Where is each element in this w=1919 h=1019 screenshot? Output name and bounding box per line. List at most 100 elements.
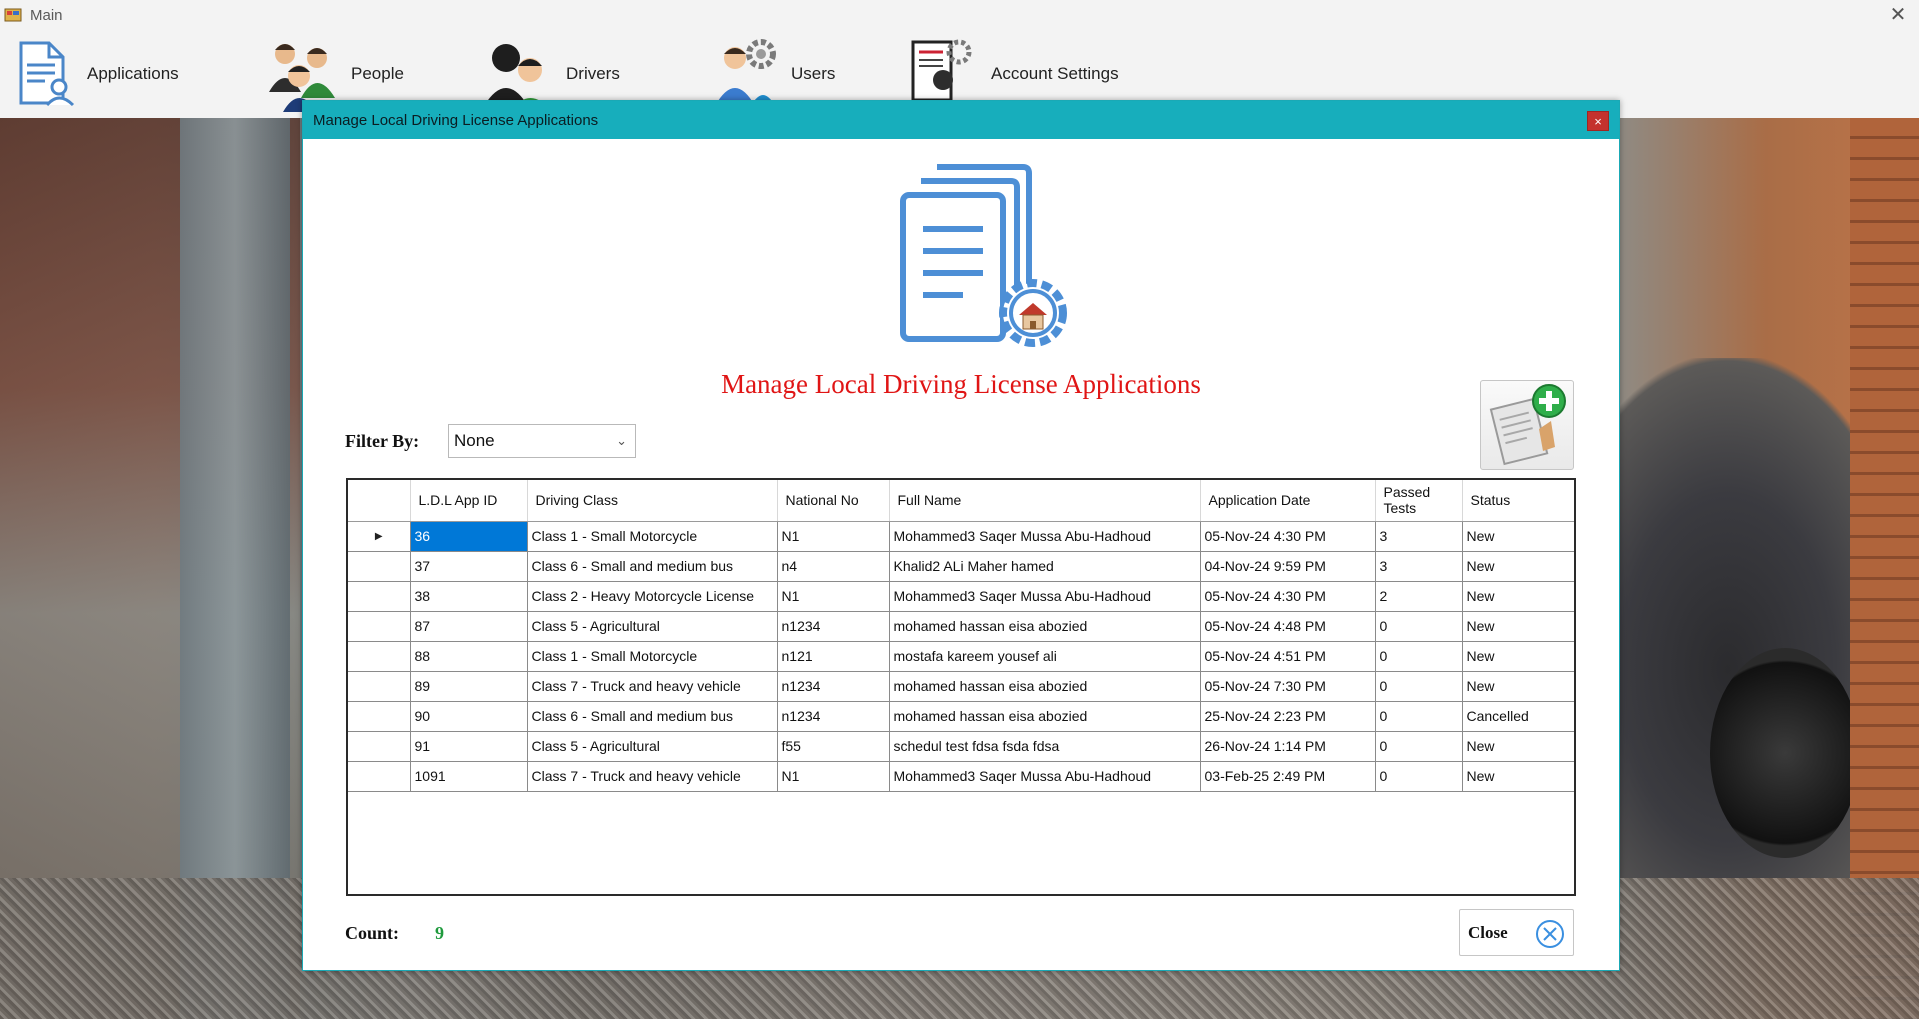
table-cell[interactable]: mohamed hassan eisa abozied <box>889 701 1201 732</box>
table-cell[interactable]: mostafa kareem yousef ali <box>889 641 1201 672</box>
menu-item-applications[interactable]: Applications <box>15 30 179 118</box>
table-cell[interactable]: 25-Nov-24 2:23 PM <box>1200 701 1376 732</box>
table-cell[interactable]: 0 <box>1375 641 1463 672</box>
table-cell[interactable]: 04-Nov-24 9:59 PM <box>1200 551 1376 582</box>
table-cell[interactable]: Class 7 - Truck and heavy vehicle <box>527 761 778 792</box>
table-cell[interactable]: New <box>1462 641 1574 672</box>
table-row[interactable]: 37 Class 6 - Small and medium bus n4 Khalid… <box>348 551 1574 582</box>
table-cell[interactable]: n121 <box>777 641 890 672</box>
table-cell[interactable]: 0 <box>1375 701 1463 732</box>
column-header[interactable]: Passed Tests <box>1375 480 1463 522</box>
table-cell[interactable]: New <box>1462 581 1574 612</box>
table-row[interactable]: 88 Class 1 - Small Motorcycle n121 mostafa … <box>348 641 1574 672</box>
table-cell[interactable]: 36 <box>410 521 528 552</box>
table-cell[interactable]: Class 5 - Agricultural <box>527 611 778 642</box>
close-circle-icon <box>1536 920 1564 948</box>
column-header[interactable]: Application Date <box>1200 480 1376 522</box>
table-cell[interactable]: N1 <box>777 581 890 612</box>
row-header[interactable] <box>348 701 411 732</box>
table-cell[interactable]: n1234 <box>777 671 890 702</box>
table-cell[interactable]: Class 7 - Truck and heavy vehicle <box>527 671 778 702</box>
table-cell[interactable]: New <box>1462 671 1574 702</box>
table-cell[interactable]: Mohammed3 Saqer Mussa Abu-Hadhoud <box>889 521 1201 552</box>
table-cell[interactable]: 1091 <box>410 761 528 792</box>
table-row[interactable]: ▶ 36 Class 1 - Small Motorcycle N1 Mohammed3… <box>348 521 1574 552</box>
table-cell[interactable]: Mohammed3 Saqer Mussa Abu-Hadhoud <box>889 581 1201 612</box>
row-header[interactable] <box>348 731 411 762</box>
table-cell[interactable]: New <box>1462 551 1574 582</box>
table-cell[interactable]: 91 <box>410 731 528 762</box>
table-cell[interactable]: 0 <box>1375 671 1463 702</box>
table-cell[interactable]: N1 <box>777 761 890 792</box>
table-row[interactable]: 89 Class 7 - Truck and heavy vehicle n1234… <box>348 671 1574 702</box>
dialog-titlebar[interactable]: Manage Local Driving License Application… <box>303 101 1619 139</box>
applications-icon <box>19 41 75 107</box>
table-cell[interactable]: 89 <box>410 671 528 702</box>
close-button[interactable]: Close <box>1459 909 1574 956</box>
table-cell[interactable]: 05-Nov-24 4:30 PM <box>1200 581 1376 612</box>
table-cell[interactable]: 2 <box>1375 581 1463 612</box>
table-cell[interactable]: 0 <box>1375 761 1463 792</box>
table-cell[interactable]: 90 <box>410 701 528 732</box>
applications-grid[interactable]: L.D.L App ID Driving Class National No F… <box>346 478 1576 896</box>
table-cell[interactable]: New <box>1462 521 1574 552</box>
table-cell[interactable]: 05-Nov-24 4:48 PM <box>1200 611 1376 642</box>
table-row[interactable]: 1091 Class 7 - Truck and heavy vehicle N1 M… <box>348 761 1574 792</box>
table-row[interactable]: 91 Class 5 - Agricultural f55 schedul test … <box>348 731 1574 762</box>
table-cell[interactable]: n4 <box>777 551 890 582</box>
column-header[interactable]: L.D.L App ID <box>410 480 528 522</box>
table-cell[interactable]: n1234 <box>777 611 890 642</box>
table-cell[interactable]: 3 <box>1375 521 1463 552</box>
table-cell[interactable]: New <box>1462 611 1574 642</box>
table-cell[interactable]: f55 <box>777 731 890 762</box>
window-close-button[interactable]: ✕ <box>1887 4 1909 26</box>
table-cell[interactable]: 88 <box>410 641 528 672</box>
add-application-button[interactable] <box>1480 380 1574 470</box>
table-cell[interactable]: 37 <box>410 551 528 582</box>
table-cell[interactable]: 05-Nov-24 4:51 PM <box>1200 641 1376 672</box>
table-row[interactable]: 87 Class 5 - Agricultural n1234 mohamed has… <box>348 611 1574 642</box>
column-header[interactable]: Full Name <box>889 480 1201 522</box>
table-cell[interactable]: 26-Nov-24 1:14 PM <box>1200 731 1376 762</box>
table-cell[interactable]: Khalid2 ALi Maher hamed <box>889 551 1201 582</box>
table-cell[interactable]: 38 <box>410 581 528 612</box>
table-cell[interactable]: Class 5 - Agricultural <box>527 731 778 762</box>
table-cell[interactable]: Class 6 - Small and medium bus <box>527 701 778 732</box>
column-header[interactable]: Driving Class <box>527 480 778 522</box>
row-header[interactable] <box>348 581 411 612</box>
table-cell[interactable]: 0 <box>1375 611 1463 642</box>
table-cell[interactable]: Class 6 - Small and medium bus <box>527 551 778 582</box>
table-cell[interactable]: mohamed hassan eisa abozied <box>889 611 1201 642</box>
table-cell[interactable]: 3 <box>1375 551 1463 582</box>
table-cell[interactable]: N1 <box>777 521 890 552</box>
table-row[interactable]: 38 Class 2 - Heavy Motorcycle License N1 Mo… <box>348 581 1574 612</box>
table-cell[interactable]: New <box>1462 731 1574 762</box>
dialog-close-button[interactable]: × <box>1587 111 1609 131</box>
row-header[interactable] <box>348 611 411 642</box>
filter-dropdown[interactable]: None ⌄ <box>448 424 636 458</box>
table-cell[interactable]: schedul test fdsa fsda fdsa <box>889 731 1201 762</box>
table-cell[interactable]: 03-Feb-25 2:49 PM <box>1200 761 1376 792</box>
table-cell[interactable]: Cancelled <box>1462 701 1574 732</box>
row-header[interactable] <box>348 761 411 792</box>
menu-label-people: People <box>351 64 404 83</box>
row-header-corner <box>348 480 411 522</box>
table-cell[interactable]: Mohammed3 Saqer Mussa Abu-Hadhoud <box>889 761 1201 792</box>
table-cell[interactable]: 05-Nov-24 4:30 PM <box>1200 521 1376 552</box>
table-cell[interactable]: n1234 <box>777 701 890 732</box>
row-header[interactable] <box>348 551 411 582</box>
table-cell[interactable]: Class 1 - Small Motorcycle <box>527 641 778 672</box>
row-header[interactable] <box>348 641 411 672</box>
table-row[interactable]: 90 Class 6 - Small and medium bus n1234 moh… <box>348 701 1574 732</box>
table-cell[interactable]: New <box>1462 761 1574 792</box>
table-cell[interactable]: 0 <box>1375 731 1463 762</box>
table-cell[interactable]: Class 2 - Heavy Motorcycle License <box>527 581 778 612</box>
column-header[interactable]: Status <box>1462 480 1574 522</box>
column-header[interactable]: National No <box>777 480 890 522</box>
table-cell[interactable]: mohamed hassan eisa abozied <box>889 671 1201 702</box>
table-cell[interactable]: 87 <box>410 611 528 642</box>
row-header[interactable] <box>348 671 411 702</box>
row-header[interactable]: ▶ <box>348 521 411 552</box>
table-cell[interactable]: Class 1 - Small Motorcycle <box>527 521 778 552</box>
table-cell[interactable]: 05-Nov-24 7:30 PM <box>1200 671 1376 702</box>
